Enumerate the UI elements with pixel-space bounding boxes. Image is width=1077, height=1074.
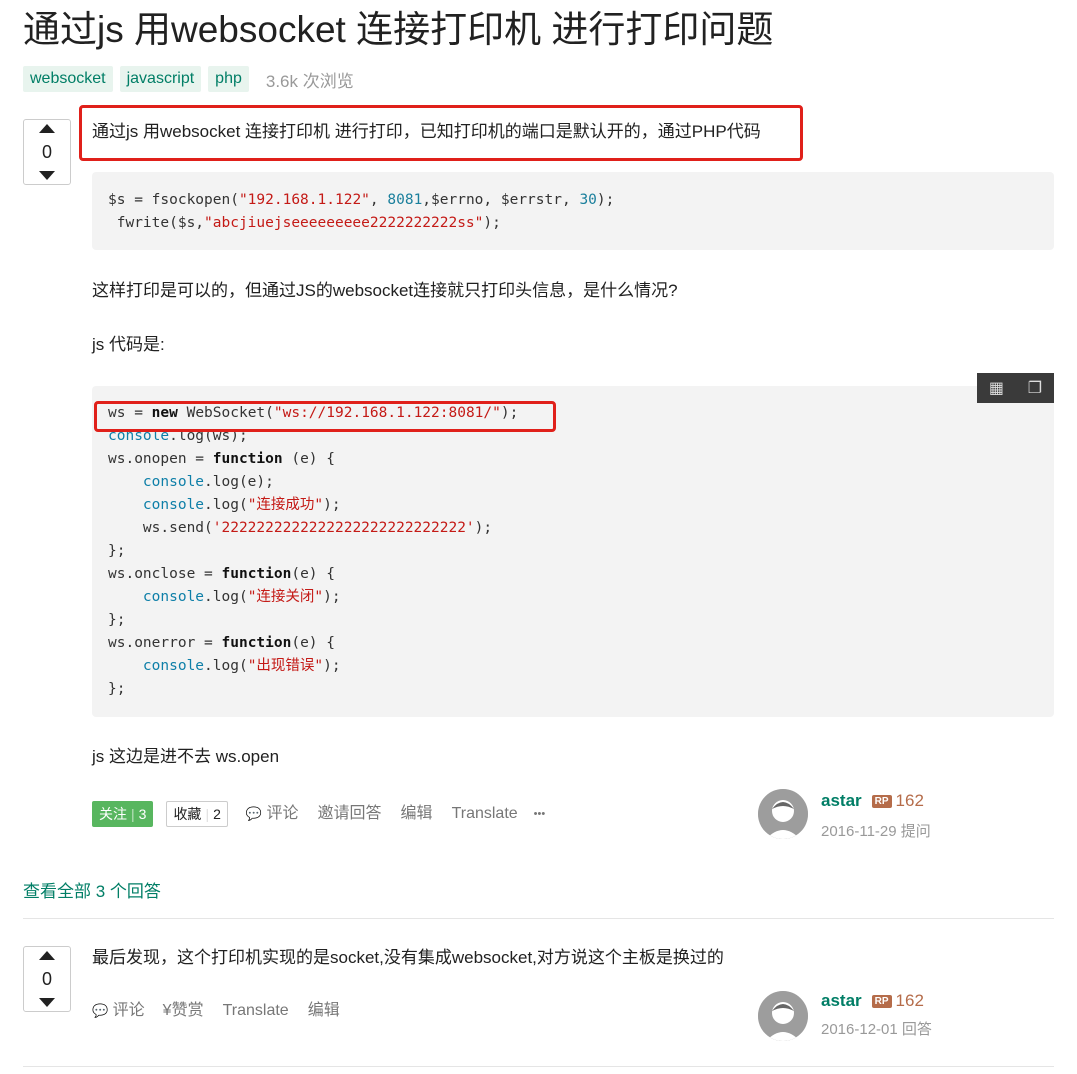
rp-badge: RP (871, 795, 892, 808)
js-line-9: console.log("连接关闭"); (142, 589, 341, 605)
question-paragraph-3: js 这边是进不去 ws.open (92, 747, 280, 766)
divider (23, 918, 1054, 919)
more-button[interactable]: ••• (534, 802, 546, 826)
question-title: 通过js 用websocket 连接打印机 进行打印问题 (23, 9, 774, 50)
upvote-icon[interactable] (39, 951, 55, 960)
js-line-3: ws.onopen = function (e) { (108, 451, 335, 467)
js-line-12: console.log("出现错误"); (142, 658, 341, 674)
user-avatar-icon (758, 789, 808, 839)
favorite-label: 收藏 (173, 806, 202, 822)
view-count: 3.6k 次浏览 (265, 71, 354, 91)
code-toolbar: ▦ ❐ (977, 373, 1054, 403)
php-code: $s = fsockopen("192.168.1.122", 8081,$er… (92, 172, 1054, 235)
php-line-2: fwrite($s,"abcjiuejseeeeeeeee2222222222s… (108, 215, 501, 231)
js-line-7: }; (108, 543, 126, 559)
downvote-icon[interactable] (39, 998, 55, 1007)
author-name[interactable]: astar (821, 991, 862, 1010)
question-paragraph-1: 这样打印是可以的，但通过JS的websocket连接就只打印头信息，是什么情况? (92, 281, 678, 300)
favorite-button[interactable]: 收藏 | 2 (166, 801, 228, 827)
view-all-answers-link[interactable]: 查看全部 3 个回答 (23, 877, 161, 902)
php-code-block: $s = fsockopen("192.168.1.122", 8081,$er… (92, 172, 1054, 250)
favorite-count: 2 (213, 806, 221, 822)
js-line-10: }; (108, 612, 126, 628)
js-code: ws = new WebSocket("ws://192.168.1.122:8… (92, 386, 1054, 701)
js-line-6: ws.send('2222222222222222222222222222'); (108, 520, 493, 536)
view-source-icon[interactable]: ▦ (989, 378, 1004, 398)
js-line-8: ws.onclose = function(e) { (108, 566, 335, 582)
upvote-icon[interactable] (39, 124, 55, 133)
comment-button[interactable]: 💬 评论 (92, 999, 145, 1023)
reward-label: 赞赏 (171, 1002, 204, 1019)
divider (23, 1066, 1054, 1067)
question-paragraph-2: js 代码是: (92, 335, 165, 354)
question-intro: 通过js 用websocket 连接打印机 进行打印，已知打印机的端口是默认开的… (92, 122, 761, 141)
avatar[interactable] (758, 789, 808, 839)
edit-button[interactable]: 编辑 (308, 999, 340, 1023)
question-author-info: astar RP 162 (821, 791, 924, 811)
author-reputation: 162 (895, 991, 924, 1010)
author-name[interactable]: astar (821, 791, 862, 810)
invite-answer-button[interactable]: 邀请回答 (318, 802, 382, 826)
reward-button[interactable]: ¥赞赏 (163, 999, 204, 1023)
downvote-icon[interactable] (39, 171, 55, 180)
yen-icon: ¥ (162, 1002, 172, 1019)
comment-label: 评论 (112, 1002, 145, 1019)
rp-badge: RP (871, 995, 892, 1008)
tag-php[interactable]: php (208, 66, 249, 92)
comment-label: 评论 (266, 805, 299, 822)
follow-button[interactable]: 关注 | 3 (92, 801, 154, 827)
js-line-4: console.log(e); (142, 474, 274, 490)
highlight-box-websocket-line (94, 401, 556, 432)
js-line-11: ws.onerror = function(e) { (108, 635, 335, 651)
comment-button[interactable]: 💬 评论 (246, 802, 299, 826)
answer-vote-box: 0 (23, 946, 71, 1012)
follow-label: 关注 (99, 806, 127, 822)
user-avatar-icon (758, 991, 808, 1041)
answer-author-info: astar RP 162 (821, 991, 924, 1011)
follow-count: 3 (138, 806, 147, 822)
answer-action-bar: 💬 评论 ¥赞赏 Translate 编辑 (92, 999, 340, 1023)
answer-date: 2016-12-01 回答 (821, 1021, 932, 1038)
comment-icon: 💬 (245, 806, 263, 821)
copy-icon[interactable]: ❐ (1028, 378, 1042, 398)
comment-icon: 💬 (92, 1003, 109, 1018)
avatar[interactable] (758, 991, 808, 1041)
js-line-5: console.log("连接成功"); (142, 497, 341, 513)
tag-websocket[interactable]: websocket (23, 66, 113, 92)
question-date: 2016-11-29 提问 (821, 823, 931, 840)
php-line-1: $s = fsockopen("192.168.1.122", 8081,$er… (108, 192, 615, 208)
js-line-13: }; (108, 681, 126, 697)
tag-javascript[interactable]: javascript (119, 66, 202, 92)
js-code-block: ws = new WebSocket("ws://192.168.1.122:8… (92, 386, 1054, 717)
answer-text: 最后发现，这个打印机实现的是socket,没有集成websocket,对方说这个… (92, 948, 724, 967)
vote-count: 0 (41, 969, 52, 989)
tag-list: websocket javascript php 3.6k 次浏览 (23, 66, 354, 92)
translate-button[interactable]: Translate (452, 802, 518, 826)
translate-button[interactable]: Translate (223, 999, 289, 1023)
question-vote-box: 0 (23, 119, 71, 185)
question-action-bar: 关注 | 3 收藏 | 2 💬 评论 邀请回答 编辑 Translate ••• (92, 801, 545, 827)
edit-button[interactable]: 编辑 (401, 802, 433, 826)
author-reputation: 162 (895, 791, 924, 810)
vote-count: 0 (41, 142, 52, 162)
